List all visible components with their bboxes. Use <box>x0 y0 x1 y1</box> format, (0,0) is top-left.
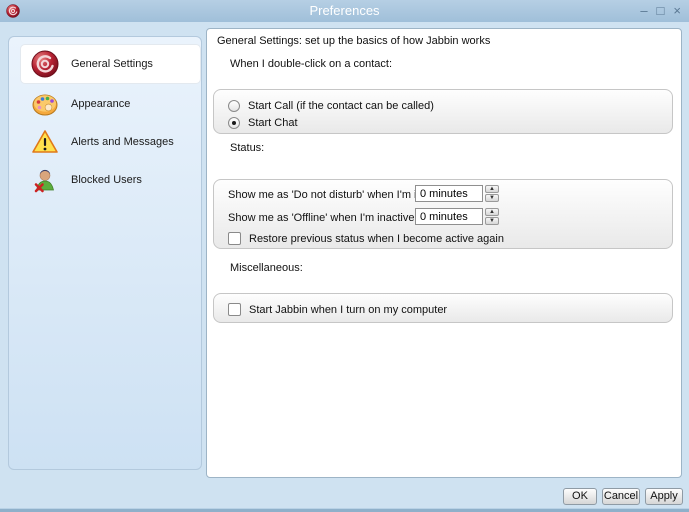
close-icon[interactable]: × <box>673 2 681 19</box>
dnd-minutes-spinner: ▲ ▼ <box>415 185 499 202</box>
autostart-row[interactable]: Start Jabbin when I turn on my computer <box>228 301 662 318</box>
jabbin-logo-icon <box>31 50 59 78</box>
start-chat-radio[interactable] <box>228 117 240 129</box>
sidebar: General Settings Appearance Alerts and M… <box>8 36 202 470</box>
misc-groupbox: Start Jabbin when I turn on my computer <box>213 293 673 323</box>
offline-inactive-label: Show me as 'Offline' when I'm inactive f… <box>228 212 430 224</box>
ok-button[interactable]: OK <box>563 488 597 505</box>
status-groupbox: Show me as 'Do not disturb' when I'm ina… <box>213 179 673 249</box>
cancel-button[interactable]: Cancel <box>602 488 640 505</box>
spin-down-icon[interactable]: ▼ <box>485 194 499 202</box>
status-section-label: Status: <box>230 142 264 154</box>
settings-panel: General Settings: set up the basics of h… <box>206 28 682 478</box>
sidebar-item-label: General Settings <box>71 58 153 70</box>
spin-up-icon[interactable]: ▲ <box>485 185 499 193</box>
dnd-minutes-input[interactable] <box>415 185 483 202</box>
start-call-label: Start Call (if the contact can be called… <box>248 100 434 112</box>
autostart-label: Start Jabbin when I turn on my computer <box>249 304 447 316</box>
minimize-icon[interactable]: – <box>640 2 647 19</box>
titlebar: Preferences – □ × <box>0 0 689 22</box>
apply-button[interactable]: Apply <box>645 488 683 505</box>
maximize-icon[interactable]: □ <box>657 2 665 19</box>
sidebar-item-label: Alerts and Messages <box>71 136 174 148</box>
sidebar-item-label: Blocked Users <box>71 174 142 186</box>
warning-icon <box>31 128 59 156</box>
radio-row-start-chat[interactable]: Start Chat <box>228 114 662 131</box>
sidebar-item-general-settings[interactable]: General Settings <box>21 45 200 83</box>
spin-up-icon[interactable]: ▲ <box>485 208 499 216</box>
misc-section-label: Miscellaneous: <box>230 262 303 274</box>
radio-row-start-call[interactable]: Start Call (if the contact can be called… <box>228 97 662 114</box>
autostart-checkbox[interactable] <box>228 303 241 316</box>
sidebar-item-label: Appearance <box>71 98 130 110</box>
offline-minutes-input[interactable] <box>415 208 483 225</box>
double-click-groupbox: Start Call (if the contact can be called… <box>213 89 673 134</box>
blocked-user-icon <box>31 166 59 194</box>
preferences-window: { "window": { "title": "Preferences", "c… <box>0 0 689 512</box>
restore-status-checkbox[interactable] <box>228 232 241 245</box>
double-click-section-label: When I double-click on a contact: <box>230 58 392 70</box>
sidebar-item-alerts-and-messages[interactable]: Alerts and Messages <box>21 125 200 159</box>
page-title: General Settings: set up the basics of h… <box>217 35 490 47</box>
palette-icon <box>31 90 59 118</box>
window-title: Preferences <box>0 3 689 18</box>
sidebar-item-appearance[interactable]: Appearance <box>21 87 200 121</box>
sidebar-item-blocked-users[interactable]: Blocked Users <box>21 163 200 197</box>
restore-status-row[interactable]: Restore previous status when I become ac… <box>228 230 662 247</box>
start-chat-label: Start Chat <box>248 117 298 129</box>
offline-minutes-spinner: ▲ ▼ <box>415 208 499 225</box>
start-call-radio[interactable] <box>228 100 240 112</box>
restore-status-label: Restore previous status when I become ac… <box>249 233 504 245</box>
spin-down-icon[interactable]: ▼ <box>485 217 499 225</box>
